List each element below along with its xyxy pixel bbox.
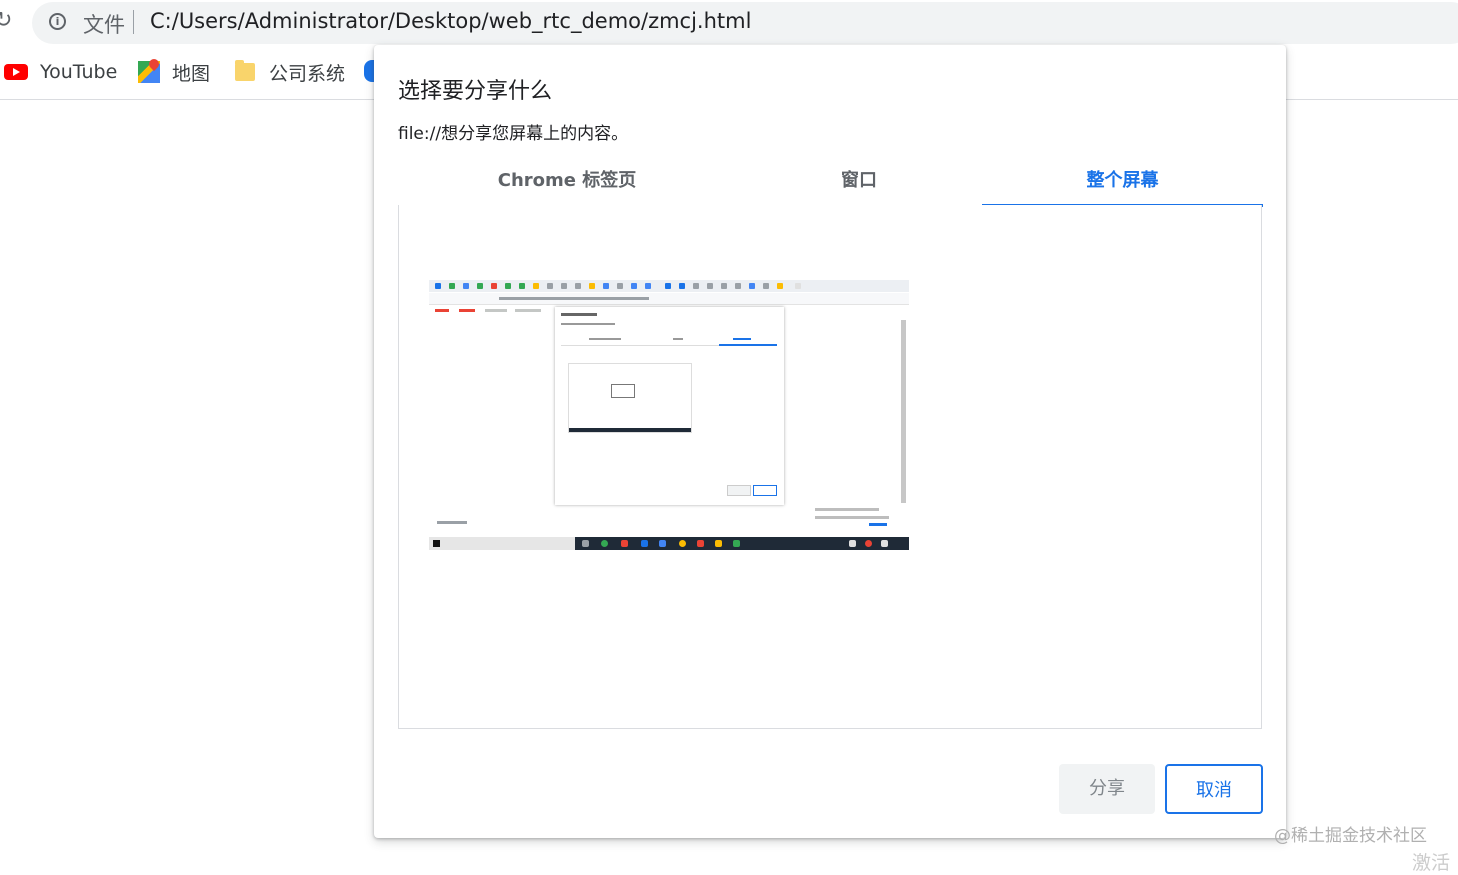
cancel-button[interactable]: 取消 [1165,764,1263,814]
bookmark-label: 公司系统 [269,62,346,85]
address-separator [133,10,134,34]
dialog-title: 选择要分享什么 [398,79,553,104]
thumb-toolbar [429,280,909,292]
bookmark-maps[interactable]: 地图 [138,56,210,88]
bookmark-label: YouTube [40,61,118,83]
thumb-address-bar [429,293,909,305]
thumb-share-dialog [555,307,784,505]
bookmark-company-systems[interactable]: 公司系统 [235,56,345,88]
bookmark-label: 地图 [172,62,211,85]
thumb-status-text [437,521,467,524]
info-circle-icon[interactable]: i [49,13,66,30]
thumb-notification-line [815,508,879,511]
screen-thumbnail[interactable] [429,280,909,550]
screen-preview-area [398,205,1262,729]
thumb-nested-preview [568,363,692,433]
folder-icon [235,60,255,81]
share-source-tabs: Chrome 标签页 窗口 整个屏幕 [398,157,1263,207]
dialog-subtitle: file://想分享您屏幕上的内容。 [398,124,629,144]
youtube-icon [4,64,28,80]
maps-icon [138,61,160,83]
share-button[interactable]: 分享 [1059,764,1155,814]
activation-text: 激活 [1412,852,1451,874]
thumb-taskbar [429,537,909,550]
thumb-notification-line [815,516,889,519]
tab-entire-screen[interactable]: 整个屏幕 [982,157,1263,207]
tab-chrome-tab[interactable]: Chrome 标签页 [442,157,692,205]
screen-share-dialog: 选择要分享什么 file://想分享您屏幕上的内容。 Chrome 标签页 窗口… [374,45,1286,838]
tab-window[interactable]: 窗口 [734,157,984,205]
thumb-scrollbar [901,320,906,503]
watermark: @稀土掘金技术社区 [1274,826,1427,846]
url-text[interactable]: C:/Users/Administrator/Desktop/web_rtc_d… [150,9,751,33]
site-info-label[interactable]: 文件 [83,9,125,39]
reload-icon[interactable]: ↻ [0,8,12,33]
bookmark-youtube[interactable]: YouTube [4,56,117,88]
thumb-notification-link [869,523,887,526]
